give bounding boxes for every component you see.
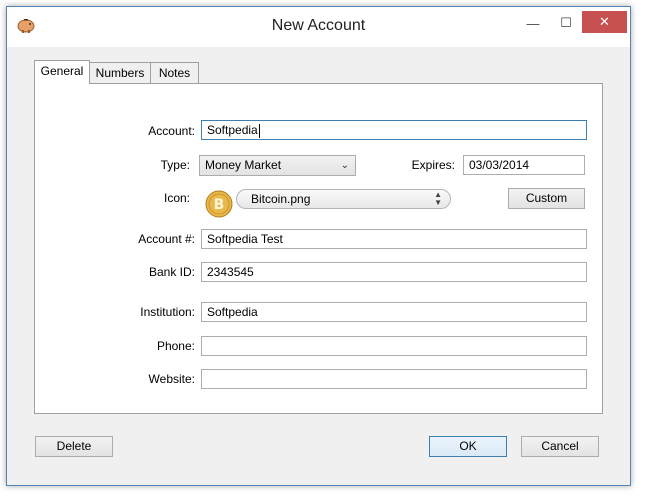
- tab-notes[interactable]: Notes: [150, 62, 199, 83]
- account-value: Softpedia: [207, 123, 258, 137]
- maximize-button[interactable]: ☐: [553, 13, 579, 33]
- svg-text:B: B: [214, 197, 225, 213]
- title-bar[interactable]: New Account — ☐ ✕: [7, 7, 630, 47]
- general-panel: Account: Softpedia Type: Money Market ⌄ …: [34, 83, 603, 414]
- minimize-button[interactable]: —: [520, 13, 546, 33]
- account-label: Account:: [148, 124, 195, 138]
- website-label: Website:: [148, 372, 195, 386]
- up-down-arrows-icon: ▲ ▼: [434, 190, 442, 207]
- close-icon: ✕: [599, 14, 610, 29]
- bank-id-field[interactable]: 2343545: [201, 262, 587, 282]
- phone-label: Phone:: [156, 339, 195, 353]
- website-field[interactable]: [201, 369, 587, 389]
- close-button[interactable]: ✕: [582, 11, 627, 33]
- phone-field[interactable]: [201, 336, 587, 356]
- new-account-window: New Account — ☐ ✕ General Numbers Notes …: [6, 6, 631, 486]
- institution-label: Institution:: [140, 305, 195, 319]
- chevron-down-icon: ⌄: [340, 160, 349, 171]
- bank-id-label: Bank ID:: [148, 265, 195, 279]
- cancel-button[interactable]: Cancel: [521, 436, 599, 457]
- account-field[interactable]: Softpedia: [201, 120, 587, 140]
- icon-value: Bitcoin.png: [251, 192, 311, 206]
- account-number-label: Account #:: [138, 232, 195, 246]
- type-value: Money Market: [205, 158, 282, 172]
- institution-field[interactable]: Softpedia: [201, 302, 587, 322]
- type-label: Type:: [160, 158, 190, 172]
- icon-label: Icon:: [163, 191, 190, 205]
- icon-select[interactable]: Bitcoin.png ▲ ▼: [236, 189, 451, 209]
- expires-field[interactable]: 03/03/2014: [463, 155, 585, 175]
- maximize-icon: ☐: [560, 15, 572, 30]
- account-number-field[interactable]: Softpedia Test: [201, 229, 587, 249]
- minimize-icon: —: [526, 15, 540, 31]
- bitcoin-icon: B: [205, 190, 233, 218]
- tab-numbers[interactable]: Numbers: [89, 62, 151, 83]
- custom-button[interactable]: Custom: [508, 188, 585, 209]
- expires-label: Expires:: [411, 158, 455, 172]
- tab-general[interactable]: General: [34, 60, 90, 84]
- delete-button[interactable]: Delete: [35, 436, 113, 457]
- ok-button[interactable]: OK: [429, 436, 507, 457]
- type-select[interactable]: Money Market ⌄: [199, 155, 356, 176]
